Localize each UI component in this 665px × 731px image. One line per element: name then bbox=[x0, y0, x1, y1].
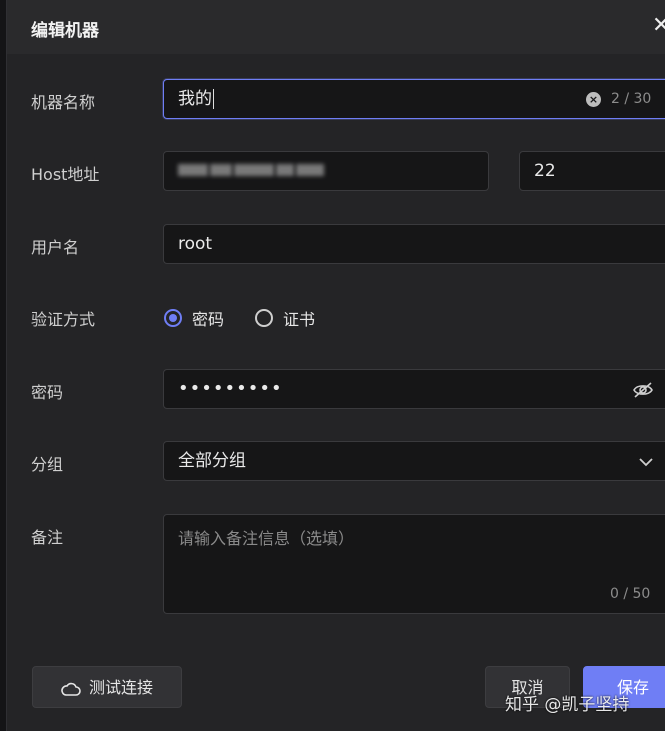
password-value: ••••••••• bbox=[178, 378, 283, 399]
dialog-title: 编辑机器 bbox=[31, 21, 99, 41]
remark-counter: 0 / 50 bbox=[610, 586, 651, 602]
auth-option-certificate-label: 证书 bbox=[283, 310, 316, 329]
auth-option-password-label: 密码 bbox=[192, 310, 225, 329]
auth-option-certificate[interactable]: 证书 bbox=[255, 306, 315, 330]
group-value: 全部分组 bbox=[178, 451, 246, 471]
host-value-redacted bbox=[178, 152, 326, 190]
port-input[interactable]: 22 bbox=[519, 151, 665, 191]
host-label: Host地址 bbox=[31, 165, 100, 184]
name-value: 我的 bbox=[178, 89, 212, 109]
dialog-header: 编辑机器 ✕ bbox=[7, 0, 665, 54]
port-value: 22 bbox=[534, 161, 556, 181]
cancel-button[interactable]: 取消 bbox=[485, 666, 570, 708]
auth-option-password[interactable]: 密码 bbox=[164, 306, 224, 330]
group-label: 分组 bbox=[31, 455, 64, 474]
name-label: 机器名称 bbox=[31, 93, 96, 112]
remark-label: 备注 bbox=[31, 528, 64, 547]
clear-icon[interactable]: × bbox=[586, 92, 601, 107]
password-label: 密码 bbox=[31, 383, 64, 402]
test-connection-button[interactable]: 测试连接 bbox=[32, 666, 182, 708]
name-counter: 2 / 30 bbox=[611, 91, 652, 107]
username-value: root bbox=[178, 234, 213, 254]
save-button[interactable]: 保存 bbox=[583, 666, 665, 708]
edit-machine-dialog: 编辑机器 ✕ 机器名称 我的 × 2 / 30 Host地址 22 用户名 ro… bbox=[6, 0, 665, 731]
user-label: 用户名 bbox=[31, 238, 80, 257]
password-input[interactable]: ••••••••• bbox=[163, 369, 665, 409]
test-connection-label: 测试连接 bbox=[88, 678, 153, 697]
close-icon[interactable]: ✕ bbox=[652, 13, 665, 39]
auth-label: 验证方式 bbox=[31, 310, 96, 329]
username-input[interactable]: root bbox=[163, 224, 665, 264]
radio-checked-icon bbox=[164, 309, 182, 327]
eye-off-icon[interactable] bbox=[632, 381, 654, 399]
host-input[interactable] bbox=[163, 151, 489, 191]
name-input[interactable]: 我的 × 2 / 30 bbox=[163, 79, 665, 119]
remark-textarea[interactable] bbox=[163, 514, 665, 614]
chevron-down-icon bbox=[639, 458, 653, 467]
group-select[interactable]: 全部分组 bbox=[163, 441, 665, 481]
radio-unchecked-icon bbox=[255, 309, 273, 327]
text-caret bbox=[213, 89, 214, 109]
cloud-icon bbox=[61, 682, 81, 696]
